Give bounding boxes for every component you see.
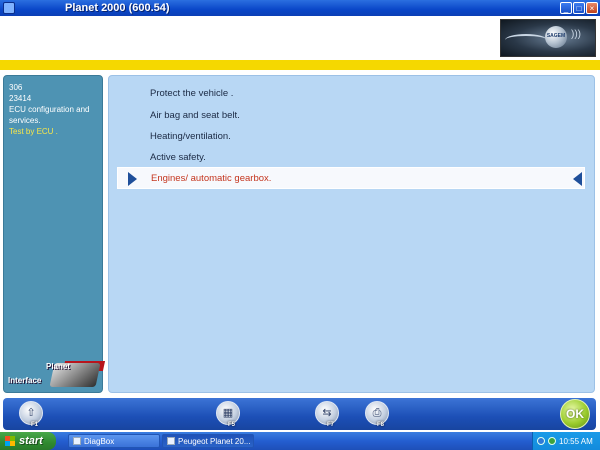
diagbox-app-icon — [73, 437, 81, 445]
menu-item-heating[interactable]: Heating/ventilation. — [117, 125, 585, 147]
f8-print-button[interactable]: ⎙ F8 — [365, 401, 389, 428]
task-diagbox[interactable]: DiagBox — [68, 434, 160, 448]
function-bar: ⇧ F1 ▦ F5 ⇆ F7 ⎙ F8 OK — [3, 398, 596, 430]
security-icon[interactable] — [548, 437, 556, 445]
ok-button[interactable]: OK — [560, 399, 590, 429]
menu-item-engines-gearbox[interactable]: Engines/ automatic gearbox. — [117, 167, 585, 189]
restore-button[interactable]: □ — [573, 2, 585, 14]
windows-logo-icon — [5, 436, 15, 446]
menu-item-label: Engines/ automatic gearbox. — [151, 172, 272, 184]
minimize-button[interactable]: _ — [560, 2, 572, 14]
ecu-icon: ▦ — [222, 406, 234, 419]
logo-swoosh — [505, 34, 547, 46]
close-button[interactable]: × — [586, 2, 598, 14]
window-title: Planet 2000 (600.54) — [65, 2, 170, 14]
planet-app-icon — [167, 437, 175, 445]
menu-item-label: Active safety. — [150, 151, 206, 163]
f5-label: F5 — [227, 422, 235, 428]
task-peugeot-planet[interactable]: Peugeot Planet 20... — [162, 434, 254, 448]
vehicle-info-panel: 306 23414 ECU configuration and services… — [3, 75, 106, 393]
f7-connector-button[interactable]: ⇆ F7 — [315, 401, 339, 428]
yellow-divider — [0, 60, 600, 70]
vehicle-model: 306 — [9, 83, 23, 92]
network-icon[interactable] — [537, 437, 545, 445]
planet-interface-image: Planet Interface — [8, 361, 106, 391]
vehicle-code: 23414 — [9, 94, 32, 103]
interface-label: Interface — [8, 376, 42, 385]
start-button[interactable]: start — [0, 432, 56, 450]
printer-icon: ⎙ — [372, 406, 382, 419]
window-controls: _ □ × — [560, 2, 598, 14]
app-icon — [3, 2, 15, 14]
system-tray: 10:55 AM — [532, 432, 600, 450]
header: SAGEM ))) — [0, 16, 600, 60]
menu-item-label: Air bag and seat belt. — [150, 109, 240, 121]
menu-item-label: Protect the vehicle . — [150, 87, 234, 99]
main-menu-panel: Protect the vehicle . Air bag and seat b… — [108, 75, 595, 393]
f1-label: F1 — [30, 422, 38, 428]
taskbar: start DiagBox Peugeot Planet 20... 10:55… — [0, 432, 600, 450]
select-arrow-left-icon — [573, 172, 582, 186]
title-bar: Planet 2000 (600.54) _ □ × — [0, 0, 600, 16]
f8-label: F8 — [376, 422, 384, 428]
start-label: start — [19, 435, 43, 447]
task-label: DiagBox — [84, 436, 115, 446]
f7-label: F7 — [326, 422, 334, 428]
clock: 10:55 AM — [559, 436, 593, 446]
f1-back-button[interactable]: ⇧ F1 — [19, 401, 43, 428]
vehicle-info: 306 23414 ECU configuration and services… — [4, 76, 102, 143]
menu-item-active-safety[interactable]: Active safety. — [117, 146, 585, 168]
sagem-logo: SAGEM ))) — [500, 19, 596, 57]
mode-label: Test by ECU . — [9, 127, 58, 136]
section-title: ECU configuration and services. — [9, 105, 90, 125]
planet-label: Planet — [46, 362, 71, 371]
menu-item-protect-vehicle[interactable]: Protect the vehicle . — [117, 82, 585, 104]
logo-text: SAGEM — [546, 33, 566, 39]
up-arrow-icon: ⇧ — [26, 406, 36, 419]
select-arrow-right-icon — [128, 172, 137, 186]
menu-item-airbag[interactable]: Air bag and seat belt. — [117, 104, 585, 126]
logo-waves-icon: ))) — [571, 29, 581, 40]
connector-icon: ⇆ — [322, 406, 332, 419]
f5-ecu-button[interactable]: ▦ F5 — [216, 401, 240, 428]
task-label: Peugeot Planet 20... — [178, 436, 251, 446]
menu-item-label: Heating/ventilation. — [150, 130, 231, 142]
logo-globe-icon: SAGEM — [545, 26, 567, 48]
